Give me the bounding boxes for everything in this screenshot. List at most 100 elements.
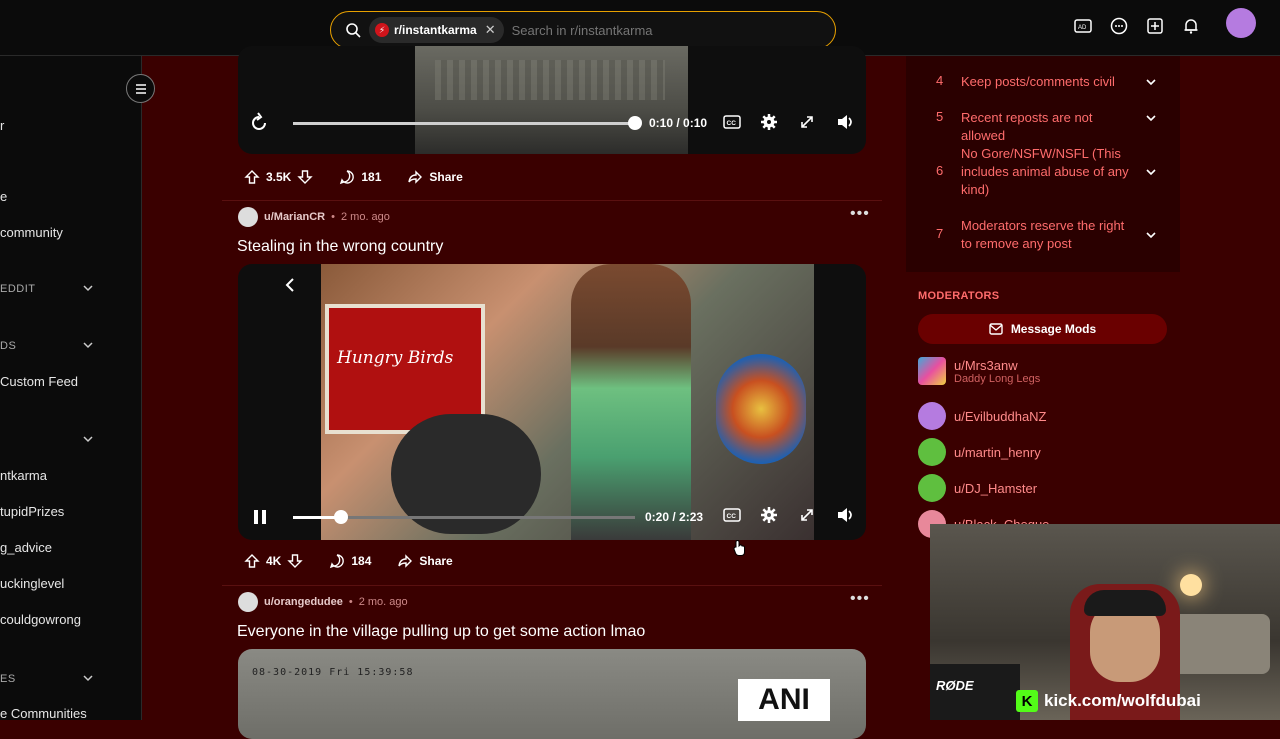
chevron-down-icon[interactable] <box>1145 76 1157 88</box>
moderator-avatar <box>918 357 946 385</box>
video-player[interactable]: 08-30-2019 Fri 15:39:58 ANI <box>238 649 866 739</box>
rules-panel: 4 Keep posts/comments civil 5 Recent rep… <box>906 56 1180 272</box>
vote-group: 4K <box>238 547 309 575</box>
fullscreen-icon[interactable] <box>797 112 817 132</box>
user-avatar[interactable] <box>238 207 258 227</box>
share-button[interactable]: Share <box>391 547 458 575</box>
moderator-name: u/martin_henry <box>954 444 1041 460</box>
progress-knob[interactable] <box>333 510 348 524</box>
subreddit-icon: ⚡ <box>375 23 389 37</box>
chevron-down-icon[interactable] <box>1145 112 1157 124</box>
sidebar-item-community[interactable]: tupidPrizes <box>0 504 64 519</box>
volume-icon[interactable] <box>835 505 855 525</box>
sidebar-item-community[interactable]: uckinglevel <box>0 576 64 591</box>
sidebar-item[interactable]: r <box>0 118 4 133</box>
post-author[interactable]: u/MarianCR <box>264 211 325 223</box>
chevron-down-icon[interactable] <box>1145 166 1157 178</box>
moderator-entry[interactable]: u/EvilbuddhaNZ <box>918 402 1047 430</box>
fullscreen-icon[interactable] <box>797 505 817 525</box>
post-title[interactable]: Stealing in the wrong country <box>237 238 443 256</box>
rule-number: 5 <box>936 109 944 124</box>
search-input[interactable] <box>511 22 812 38</box>
message-mods-button[interactable]: Message Mods <box>918 314 1167 344</box>
post-meta: u/MarianCR • 2 mo. ago <box>238 207 390 227</box>
sidebar-item-community[interactable]: couldgowrong <box>0 612 81 627</box>
mic-brand: RØDE <box>936 678 974 693</box>
chevron-down-icon[interactable] <box>82 672 94 684</box>
moderator-entry[interactable]: u/Mrs3anw Daddy Long Legs <box>918 357 1040 385</box>
sidebar-item-community[interactable]: community <box>0 225 63 240</box>
menu-icon <box>135 83 146 94</box>
search-icon <box>346 23 361 38</box>
chevron-down-icon[interactable] <box>82 339 94 351</box>
post-author[interactable]: u/orangedudee <box>264 596 343 608</box>
downvote-icon[interactable] <box>287 553 304 569</box>
pause-icon[interactable] <box>250 507 270 527</box>
share-icon <box>408 170 423 184</box>
sidebar-item-community[interactable]: ntkarma <box>0 468 47 483</box>
video-player[interactable]: Hungry Birds 0:20 / 2:23 CC <box>238 264 866 540</box>
post-actions: 4K 184 Share <box>238 547 459 575</box>
cctv-timestamp: 08-30-2019 Fri 15:39:58 <box>252 667 414 678</box>
rule-text: Recent reposts are not allowed <box>961 110 1093 143</box>
more-options-icon[interactable]: ••• <box>850 205 870 223</box>
sidebar-section-header[interactable]: EDDIT <box>0 283 36 295</box>
volume-icon[interactable] <box>835 112 855 132</box>
stream-overlay-link: K kick.com/wolfdubai <box>1016 690 1201 712</box>
sidebar-item-community[interactable]: g_advice <box>0 540 52 555</box>
sidebar-section-header[interactable]: ES <box>0 673 16 685</box>
progress-track[interactable] <box>293 122 635 125</box>
chevron-left-icon[interactable] <box>281 276 299 294</box>
person <box>571 264 691 540</box>
sidebar-item[interactable]: e <box>0 189 7 204</box>
video-player[interactable]: 0:10 / 0:10 CC <box>238 46 866 154</box>
video-time: 0:10 / 0:10 <box>649 116 708 130</box>
message-mods-label: Message Mods <box>1010 322 1097 336</box>
upvote-icon[interactable] <box>244 169 260 185</box>
share-label: Share <box>429 170 463 184</box>
upvote-icon[interactable] <box>244 553 260 569</box>
user-avatar[interactable] <box>1226 8 1256 38</box>
moderator-entry[interactable]: u/DJ_Hamster <box>918 474 1037 502</box>
ani-watermark: ANI <box>738 679 830 721</box>
post-title[interactable]: Everyone in the village pulling up to ge… <box>237 623 645 641</box>
divider <box>222 200 882 201</box>
chevron-down-icon[interactable] <box>82 433 94 445</box>
chat-icon[interactable] <box>1110 17 1128 35</box>
lamp <box>1180 574 1202 596</box>
more-options-icon[interactable]: ••• <box>850 590 870 608</box>
chevron-down-icon[interactable] <box>82 282 94 294</box>
notifications-icon[interactable] <box>1182 17 1200 35</box>
comments-button[interactable]: 184 <box>323 547 377 575</box>
sidebar-toggle-button[interactable] <box>126 74 155 103</box>
settings-gear-icon[interactable] <box>759 112 779 132</box>
search-box[interactable]: ⚡ r/instantkarma ✕ <box>330 11 836 49</box>
downvote-icon[interactable] <box>297 169 314 185</box>
captions-icon[interactable]: CC <box>722 113 742 131</box>
sidebar-section-header[interactable]: DS <box>0 340 16 352</box>
subreddit-chip[interactable]: ⚡ r/instantkarma ✕ <box>369 17 504 43</box>
comment-count: 184 <box>351 554 372 568</box>
share-button[interactable]: Share <box>401 163 468 191</box>
stream-overlay-text: kick.com/wolfdubai <box>1044 691 1201 710</box>
svg-text:CC: CC <box>727 513 737 520</box>
settings-gear-icon[interactable] <box>759 505 779 525</box>
moderator-name: u/EvilbuddhaNZ <box>954 408 1047 424</box>
replay-icon[interactable] <box>248 112 270 134</box>
video-frame <box>415 46 688 154</box>
rule-number: 7 <box>936 226 944 241</box>
progress-knob[interactable] <box>628 116 642 130</box>
svg-text:AD: AD <box>1078 25 1087 31</box>
comments-button[interactable]: 181 <box>333 163 387 191</box>
chevron-down-icon[interactable] <box>1145 229 1157 241</box>
advertise-icon[interactable]: AD <box>1074 17 1092 35</box>
moderator-entry[interactable]: u/martin_henry <box>918 438 1041 466</box>
sidebar-item-custom-feed[interactable]: Custom Feed <box>0 374 78 389</box>
moderator-avatar <box>918 402 946 430</box>
close-icon[interactable]: ✕ <box>485 22 496 38</box>
sidebar-item-communities[interactable]: e Communities <box>0 706 87 720</box>
create-post-icon[interactable] <box>1146 17 1164 35</box>
kick-logo-icon: K <box>1016 690 1038 712</box>
captions-icon[interactable]: CC <box>722 506 742 524</box>
user-avatar[interactable] <box>238 592 258 612</box>
